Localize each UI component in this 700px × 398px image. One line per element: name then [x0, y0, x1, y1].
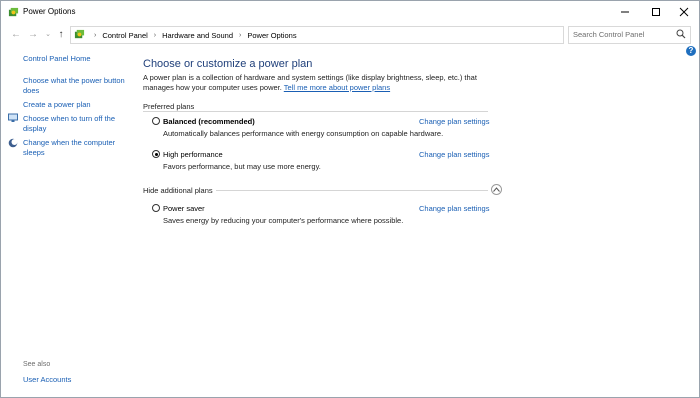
- balanced-radio[interactable]: [152, 117, 160, 125]
- display-icon: [8, 113, 18, 122]
- sleep-moon-icon: [8, 138, 18, 148]
- power-saver-plan-description: Saves energy by reducing your computer's…: [163, 216, 404, 225]
- window-title: Power Options: [23, 7, 76, 16]
- breadcrumb-separator-icon: ›: [153, 31, 157, 39]
- forward-arrow-icon: →: [28, 28, 38, 40]
- breadcrumb: › Control Panel › Hardware and Sound › P…: [88, 29, 297, 41]
- balanced-change-settings-link[interactable]: Change plan settings: [419, 117, 489, 126]
- power-saver-radio[interactable]: [152, 204, 160, 212]
- high-performance-change-settings-link[interactable]: Change plan settings: [419, 150, 489, 159]
- user-accounts-link[interactable]: User Accounts: [23, 375, 71, 385]
- left-navigation: Control Panel Home Choose what the power…: [1, 45, 131, 395]
- control-panel-home-link[interactable]: Control Panel Home: [23, 54, 91, 64]
- high-performance-plan-description: Favors performance, but may use more ene…: [163, 162, 321, 171]
- close-button[interactable]: [669, 1, 699, 23]
- page-title: Choose or customize a power plan: [143, 58, 313, 70]
- choose-power-button-link[interactable]: Choose what the power button does: [23, 76, 131, 96]
- balanced-plan-name[interactable]: Balanced (recommended): [163, 117, 255, 126]
- search-placeholder: Search Control Panel: [573, 30, 645, 39]
- page-description: A power plan is a collection of hardware…: [143, 73, 488, 93]
- up-arrow-icon: ↑: [58, 28, 64, 40]
- close-icon: [679, 7, 689, 17]
- main-content: Choose or customize a power plan A power…: [143, 45, 688, 395]
- high-performance-radio[interactable]: [152, 150, 160, 158]
- preferred-plans-divider: [143, 111, 488, 112]
- title-bar: Power Options: [1, 1, 699, 23]
- chevron-up-icon: [493, 187, 500, 192]
- preferred-plans-label: Preferred plans: [143, 102, 195, 111]
- address-bar[interactable]: › Control Panel › Hardware and Sound › P…: [70, 26, 624, 44]
- create-power-plan-link[interactable]: Create a power plan: [23, 100, 91, 110]
- additional-plans-divider: [216, 190, 488, 191]
- search-input[interactable]: Search Control Panel: [568, 26, 691, 44]
- control-panel-icon: [74, 29, 85, 39]
- breadcrumb-separator-icon: ›: [94, 31, 97, 39]
- forward-button[interactable]: →: [26, 27, 40, 41]
- power-options-icon: [8, 7, 19, 17]
- maximize-button[interactable]: [641, 1, 671, 23]
- back-arrow-icon: ←: [11, 28, 21, 40]
- high-performance-plan-name[interactable]: High performance: [163, 150, 223, 159]
- breadcrumb-power-options[interactable]: Power Options: [247, 31, 296, 40]
- turn-off-display-link[interactable]: Choose when to turn off the display: [23, 114, 123, 134]
- up-button[interactable]: ↑: [54, 27, 68, 41]
- power-options-window: Power Options ← → ⌄ ↑ › Control Panel ›: [0, 0, 700, 398]
- see-also-label: See also: [23, 361, 51, 368]
- balanced-plan-description: Automatically balances performance with …: [163, 129, 444, 138]
- minimize-button[interactable]: [610, 1, 640, 23]
- recent-locations-button[interactable]: ⌄: [41, 27, 55, 41]
- maximize-icon: [652, 8, 660, 16]
- breadcrumb-hardware-and-sound[interactable]: Hardware and Sound: [162, 31, 233, 40]
- breadcrumb-separator-icon: ›: [239, 31, 242, 39]
- power-saver-plan-name[interactable]: Power saver: [163, 204, 205, 213]
- learn-more-link[interactable]: Tell me more about power plans: [284, 83, 390, 92]
- collapse-additional-plans-button[interactable]: [491, 184, 502, 195]
- power-saver-change-settings-link[interactable]: Change plan settings: [419, 204, 489, 213]
- hide-additional-plans-label[interactable]: Hide additional plans: [143, 186, 213, 195]
- search-icon: [676, 29, 686, 39]
- breadcrumb-control-panel[interactable]: Control Panel: [102, 31, 147, 40]
- chevron-down-icon: ⌄: [45, 31, 51, 38]
- address-row: ← → ⌄ ↑ › Control Panel › Hardware and S…: [1, 24, 699, 44]
- back-button[interactable]: ←: [9, 27, 23, 41]
- minimize-icon: [621, 11, 629, 13]
- computer-sleeps-link[interactable]: Change when the computer sleeps: [23, 138, 123, 158]
